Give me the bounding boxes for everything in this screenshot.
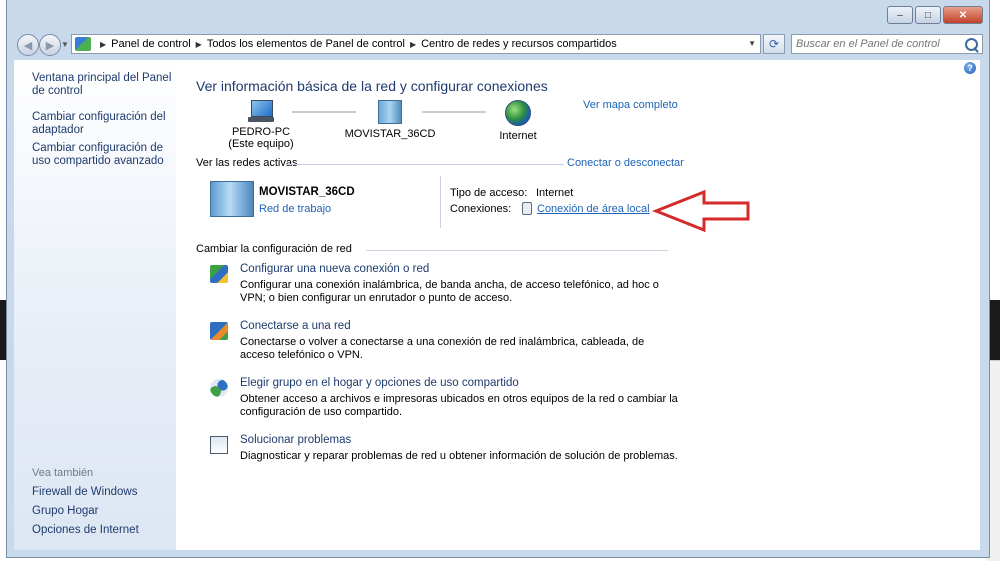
computer-subtitle: (Este equipo) bbox=[228, 138, 294, 150]
section-divider bbox=[284, 164, 564, 165]
breadcrumb-network-center[interactable]: Centro de redes y recursos compartidos bbox=[421, 38, 617, 50]
address-bar[interactable]: ▶ Panel de control ▶ Todos los elementos… bbox=[71, 34, 761, 54]
active-network-name: MOVISTAR_36CD bbox=[259, 186, 355, 198]
computer-name: PEDRO-PC bbox=[231, 126, 291, 138]
access-type-label: Tipo de acceso: bbox=[450, 187, 528, 199]
back-arrow-icon: ◀ bbox=[23, 39, 33, 52]
search-icon[interactable] bbox=[965, 38, 978, 51]
sidebar-link-adapter-settings[interactable]: Cambiar configuración del adaptador bbox=[32, 111, 172, 137]
minimize-button[interactable]: – bbox=[887, 6, 913, 24]
task-pane: Ventana principal del Panel de control C… bbox=[14, 60, 176, 550]
vertical-divider bbox=[440, 176, 441, 228]
internet-label: Internet bbox=[499, 130, 537, 142]
network-type-link[interactable]: Red de trabajo bbox=[259, 203, 331, 215]
access-type-value: Internet bbox=[536, 187, 574, 199]
map-connector-line bbox=[422, 111, 486, 113]
search-box[interactable] bbox=[791, 34, 983, 54]
navigation-bar: ◀ ▶ ▼ ▶ Panel de control ▶ Todos los ele… bbox=[15, 32, 983, 56]
local-area-connection-link[interactable]: Conexión de área local bbox=[537, 203, 650, 215]
see-also-label: Vea también bbox=[32, 467, 94, 479]
task-title-link[interactable]: Elegir grupo en el hogar y opciones de u… bbox=[240, 377, 519, 389]
task-description: Diagnosticar y reparar problemas de red … bbox=[240, 450, 678, 462]
troubleshoot-icon bbox=[210, 436, 228, 454]
task-description: Configurar una conexión inalámbrica, de … bbox=[240, 279, 659, 304]
page-title: Ver información básica de la red y confi… bbox=[196, 78, 548, 94]
homegroup-icon bbox=[210, 379, 228, 397]
sidebar-link-internet-options[interactable]: Opciones de Internet bbox=[32, 524, 172, 537]
connections-label: Conexiones: bbox=[450, 203, 512, 215]
red-arrow-annotation bbox=[652, 190, 750, 232]
breadcrumb-chevron-icon[interactable]: ▶ bbox=[196, 40, 202, 49]
full-map-link[interactable]: Ver mapa completo bbox=[583, 99, 678, 111]
sidebar-link-advanced-sharing[interactable]: Cambiar configuración de uso compartido … bbox=[32, 142, 172, 168]
ethernet-icon bbox=[522, 202, 532, 215]
help-icon[interactable]: ? bbox=[964, 62, 976, 74]
control-panel-icon bbox=[75, 37, 91, 51]
recent-pages-dropdown[interactable]: ▼ bbox=[61, 40, 69, 49]
task-title-link[interactable]: Conectarse a una red bbox=[240, 320, 351, 332]
maximize-button[interactable]: □ bbox=[915, 6, 941, 24]
map-node-network: MOVISTAR_36CD bbox=[340, 100, 440, 140]
task-description: Obtener acceso a archivos e impresoras u… bbox=[240, 393, 678, 418]
search-input[interactable] bbox=[792, 37, 966, 51]
map-node-computer: PEDRO-PC (Este equipo) bbox=[216, 100, 306, 150]
change-settings-label: Cambiar la configuración de red bbox=[196, 243, 352, 255]
breadcrumb-chevron-icon[interactable]: ▶ bbox=[100, 40, 106, 49]
connect-disconnect-link[interactable]: Conectar o desconectar bbox=[567, 157, 684, 169]
caption-buttons: – □ ✕ bbox=[885, 6, 983, 24]
network-wizard-icon bbox=[210, 265, 228, 283]
breadcrumb-all-items[interactable]: Todos los elementos de Panel de control bbox=[207, 38, 405, 50]
task-description: Conectarse o volver a conectarse a una c… bbox=[240, 336, 645, 361]
network-icon bbox=[378, 100, 402, 124]
forward-button[interactable]: ▶ bbox=[39, 34, 61, 56]
section-divider bbox=[366, 250, 668, 251]
network-name: MOVISTAR_36CD bbox=[344, 128, 436, 140]
back-button[interactable]: ◀ bbox=[17, 34, 39, 56]
work-network-icon bbox=[210, 181, 254, 217]
active-networks-label: Ver las redes activas bbox=[196, 157, 298, 169]
connect-network-icon bbox=[210, 322, 228, 340]
task-title-link[interactable]: Solucionar problemas bbox=[240, 434, 351, 446]
refresh-button[interactable]: ⟳ bbox=[763, 34, 785, 54]
address-dropdown-icon[interactable]: ▼ bbox=[748, 39, 756, 48]
task-title-link[interactable]: Configurar una nueva conexión o red bbox=[240, 263, 429, 275]
sidebar-link-homegroup[interactable]: Grupo Hogar bbox=[32, 505, 172, 518]
breadcrumb-control-panel[interactable]: Panel de control bbox=[111, 38, 191, 50]
refresh-icon: ⟳ bbox=[768, 37, 780, 51]
sidebar-link-firewall[interactable]: Firewall de Windows bbox=[32, 486, 172, 499]
sidebar-link-control-panel-home[interactable]: Ventana principal del Panel de control bbox=[32, 72, 172, 98]
globe-icon bbox=[505, 100, 531, 126]
breadcrumb-chevron-icon[interactable]: ▶ bbox=[410, 40, 416, 49]
computer-icon bbox=[248, 100, 274, 122]
close-button[interactable]: ✕ bbox=[943, 6, 983, 24]
forward-arrow-icon: ▶ bbox=[45, 39, 55, 52]
map-node-internet: Internet bbox=[488, 100, 548, 142]
